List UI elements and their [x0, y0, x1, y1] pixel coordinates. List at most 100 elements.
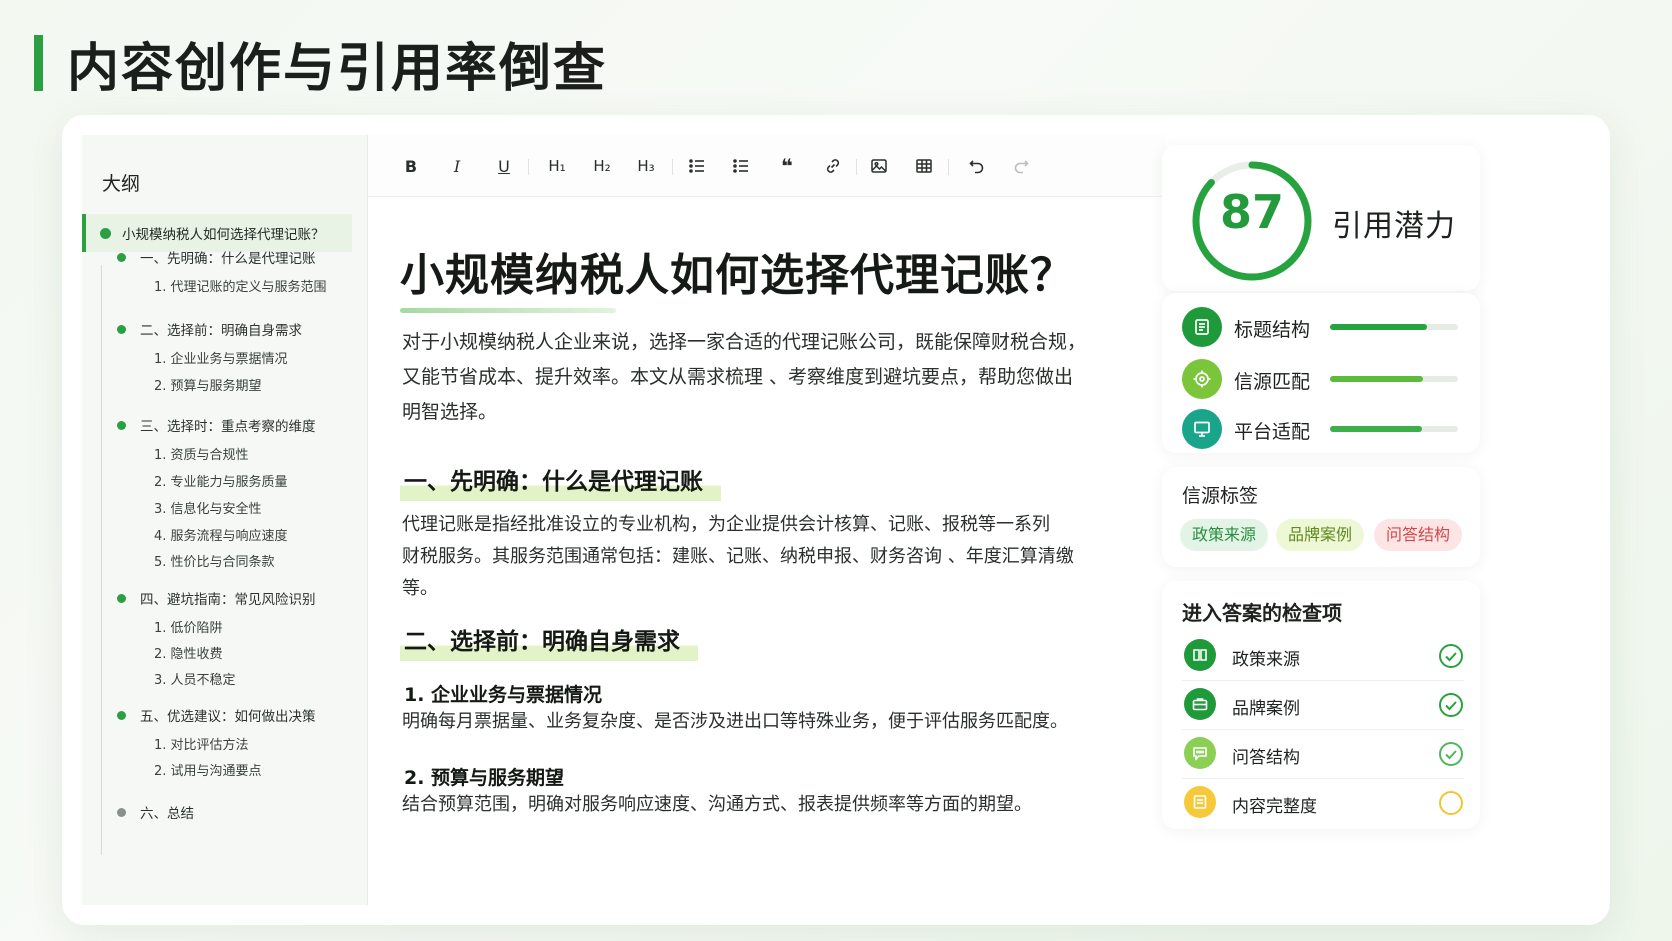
underline-button[interactable]: U	[491, 153, 517, 179]
check-label: 品牌案例	[1232, 699, 1300, 719]
briefcase-icon	[1184, 688, 1216, 720]
tags-title: 信源标签	[1182, 485, 1259, 507]
outline-item-label: 1. 代理记账的定义与服务范围	[154, 279, 327, 295]
check-label: 问答结构	[1232, 748, 1300, 768]
section1-line-2[interactable]: 财税服务。其服务范围通常包括：建账、记账、纳税申报、财务咨询 、年度汇算清缴	[402, 541, 1132, 573]
check-label: 内容完整度	[1232, 797, 1317, 817]
editor-toolbar: B I U H₁ H₂ H₃ ❝	[368, 135, 1166, 197]
outline-item-label: 四、避坑指南：常见风险识别	[140, 592, 316, 608]
source-tags-panel: 信源标签 政策来源 品牌案例 问答结构	[1162, 467, 1480, 567]
monitor-icon	[1182, 409, 1222, 449]
metrics-panel: 标题结构 信源匹配 平台适配	[1162, 293, 1480, 453]
outline-active-label: 小规模纳税人如何选择代理记账？	[122, 227, 325, 243]
subsection-heading-2[interactable]: 2. 预算与服务期望	[404, 763, 564, 790]
section1-line-3[interactable]: 等。	[402, 573, 1132, 605]
bold-button[interactable]: B	[398, 153, 424, 179]
outline-item-label: 1. 资质与合规性	[154, 447, 249, 463]
metric-track	[1330, 426, 1458, 432]
list-icon	[1184, 786, 1216, 818]
pending-circle-icon	[1439, 791, 1463, 815]
subsection1-text[interactable]: 明确每月票据量、业务复杂度、是否涉及进出口等特殊业务，便于评估服务匹配度。	[402, 706, 1132, 738]
outline-item-label: 六、总结	[140, 806, 194, 822]
outline-item-label: 3. 信息化与安全性	[154, 501, 262, 517]
outline-dot-icon	[117, 324, 126, 334]
check-circle-icon	[1439, 693, 1463, 717]
subsection-heading-1[interactable]: 1. 企业业务与票据情况	[404, 680, 602, 707]
intro-line-1[interactable]: 对于小规模纳税人企业来说，选择一家合适的代理记账公司，既能保障财税合规，	[402, 325, 1132, 360]
page-header: 内容创作与引用率倒查	[34, 34, 607, 99]
quote-icon[interactable]: ❝	[774, 153, 800, 179]
heading3-button[interactable]: H₃	[633, 153, 659, 179]
outline-item-label: 3. 人员不稳定	[154, 672, 236, 688]
section1-line-1[interactable]: 代理记账是指经批准设立的专业机构，为企业提供会计核算、记账、报税等一系列	[402, 509, 1132, 541]
outline-item-label: 1. 企业业务与票据情况	[154, 351, 288, 367]
tag-brand-case[interactable]: 品牌案例	[1276, 519, 1365, 551]
check-item[interactable]: 品牌案例	[1182, 682, 1464, 730]
outline-dot-icon	[117, 420, 126, 430]
check-item[interactable]: 政策来源	[1182, 633, 1464, 681]
outline-item-label: 4. 服务流程与响应速度	[154, 528, 288, 544]
checklist-title: 进入答案的检查项	[1182, 601, 1342, 625]
metric-fill	[1330, 426, 1423, 432]
metric-label: 信源匹配	[1234, 371, 1311, 393]
metric-track	[1330, 324, 1458, 330]
page-title: 内容创作与引用率倒查	[67, 38, 608, 99]
check-label: 政策来源	[1232, 650, 1300, 670]
outline-dot-icon	[117, 710, 126, 720]
outline-item-label: 二、选择前：明确自身需求	[140, 323, 302, 339]
metric-row: 标题结构	[1182, 307, 1462, 347]
heading2-button[interactable]: H₂	[589, 153, 615, 179]
check-item[interactable]: 问答结构	[1182, 731, 1464, 779]
document-list-icon	[1182, 307, 1222, 347]
outline-item-label: 2. 预算与服务期望	[154, 378, 262, 394]
outline-item-label: 2. 专业能力与服务质量	[154, 474, 288, 490]
outline-title: 大纲	[102, 173, 141, 195]
title-underline	[400, 308, 616, 313]
title-accent-bar	[34, 35, 43, 91]
checklist-panel: 进入答案的检查项 政策来源 品牌案例 问答结构 内容完整度	[1162, 581, 1480, 829]
numbered-list-icon[interactable]	[728, 153, 754, 179]
outline-item-label: 三、选择时：重点考察的维度	[140, 419, 316, 435]
metric-track	[1330, 376, 1458, 382]
outline-item-label: 2. 试用与沟通要点	[154, 763, 262, 779]
section-heading-2[interactable]: 二、选择前：明确自身需求	[400, 627, 698, 661]
intro-line-3[interactable]: 明智选择。	[402, 395, 1132, 430]
metric-row: 信源匹配	[1182, 359, 1462, 399]
editor: B I U H₁ H₂ H₃ ❝ 小规模纳税人如何选择代理记账？ 对于小规模纳税…	[368, 135, 1166, 905]
chat-icon	[1184, 737, 1216, 769]
metric-label: 标题结构	[1234, 319, 1311, 341]
tag-qa-structure[interactable]: 问答结构	[1374, 519, 1463, 551]
image-icon[interactable]	[866, 153, 892, 179]
heading1-button[interactable]: H₁	[544, 153, 570, 179]
redo-icon[interactable]	[1008, 153, 1034, 179]
target-icon	[1182, 359, 1222, 399]
toolbar-divider	[672, 159, 673, 175]
link-icon[interactable]	[820, 153, 846, 179]
intro-line-2[interactable]: 又能节省成本、提升效率。本文从需求梳理 、考察维度到避坑要点，帮助您做出	[402, 360, 1132, 395]
score-value: 87	[1219, 185, 1284, 239]
tag-policy-source[interactable]: 政策来源	[1180, 519, 1269, 551]
outline-item-label: 5. 性价比与合同条款	[154, 554, 275, 570]
metric-label: 平台适配	[1234, 421, 1311, 443]
metric-fill	[1330, 324, 1428, 330]
italic-button[interactable]: I	[444, 153, 470, 179]
outline-item-label: 1. 低价陷阱	[154, 620, 223, 636]
outline-item-label: 一、先明确：什么是代理记账	[140, 251, 316, 267]
outline-dot-icon	[117, 593, 126, 603]
section-heading-1[interactable]: 一、先明确：什么是代理记账	[400, 467, 721, 501]
document-title[interactable]: 小规模纳税人如何选择代理记账？	[400, 239, 1075, 303]
outline-item-label: 1. 对比评估方法	[154, 737, 249, 753]
toolbar-divider	[948, 159, 949, 175]
main-card: 大纲 小规模纳税人如何选择代理记账？ 一、先明确：什么是代理记账 1. 代理记账的…	[62, 115, 1610, 925]
bullet-list-icon[interactable]	[684, 153, 710, 179]
outline-sidebar: 大纲 小规模纳税人如何选择代理记账？ 一、先明确：什么是代理记账 1. 代理记账的…	[82, 135, 368, 905]
check-item[interactable]: 内容完整度	[1182, 780, 1464, 828]
subsection2-text[interactable]: 结合预算范围，明确对服务响应速度、沟通方式、报表提供频率等方面的期望。	[402, 789, 1132, 821]
outline-dot-icon	[117, 252, 126, 262]
outline-dot-icon	[117, 807, 126, 817]
metric-fill	[1330, 376, 1424, 382]
undo-icon[interactable]	[964, 153, 990, 179]
outline-item-label: 2. 隐性收费	[154, 646, 223, 662]
table-icon[interactable]	[911, 153, 937, 179]
outline-item-label: 五、优选建议：如何做出决策	[140, 709, 316, 725]
